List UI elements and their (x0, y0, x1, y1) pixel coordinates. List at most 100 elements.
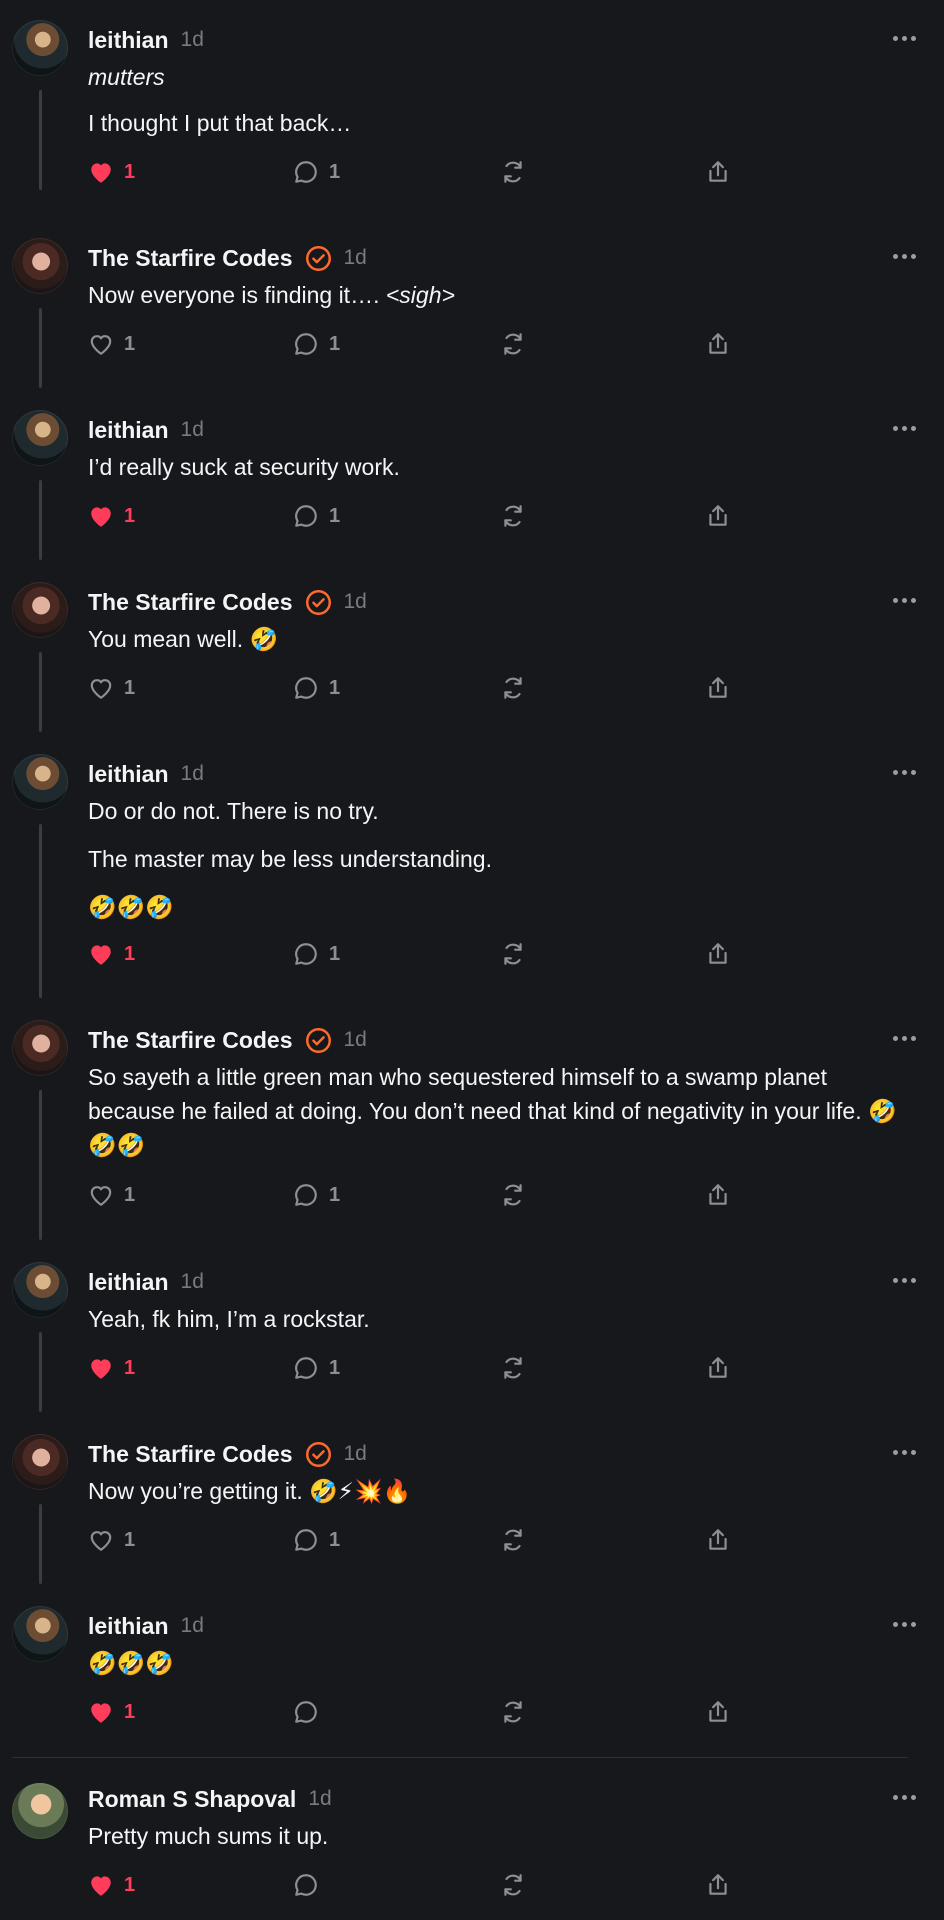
leithian-avatar[interactable] (12, 20, 68, 76)
repost-button[interactable] (500, 673, 526, 703)
heart-icon (91, 1359, 111, 1379)
repost-button[interactable] (500, 1870, 526, 1900)
author-name[interactable]: leithian (88, 1612, 169, 1640)
share-button[interactable] (705, 1870, 731, 1900)
more-options-icon[interactable] (884, 1268, 924, 1292)
author-name[interactable]: The Starfire Codes (88, 244, 293, 272)
leithian-avatar[interactable] (12, 1262, 68, 1318)
author-name[interactable]: leithian (88, 760, 169, 788)
repost-button[interactable] (500, 1525, 526, 1555)
post-time: 1d (343, 1442, 367, 1465)
author-name[interactable]: Roman S Shapoval (88, 1785, 296, 1813)
like-button[interactable]: 1 (88, 1353, 135, 1383)
author-name[interactable]: The Starfire Codes (88, 1440, 293, 1468)
reply-button[interactable]: 1 (293, 157, 340, 187)
more-options-icon[interactable] (884, 588, 924, 612)
like-button[interactable]: 1 (88, 673, 135, 703)
verified-badge-icon (305, 1441, 331, 1467)
share-button[interactable] (705, 1353, 731, 1383)
reply-button[interactable] (293, 1697, 319, 1727)
more-options-icon[interactable] (884, 244, 924, 268)
reply-button[interactable]: 1 (293, 501, 340, 531)
repost-icon (504, 677, 522, 699)
like-button[interactable]: 1 (88, 1697, 135, 1727)
post-actions: 1 (88, 1870, 768, 1900)
like-button[interactable]: 1 (88, 1870, 135, 1900)
author-name[interactable]: leithian (88, 416, 169, 444)
share-icon (709, 505, 727, 526)
verified-badge-icon (305, 245, 331, 271)
like-button[interactable]: 1 (88, 501, 135, 531)
repost-button[interactable] (500, 1353, 526, 1383)
author-name[interactable]: The Starfire Codes (88, 588, 293, 616)
like-button[interactable]: 1 (88, 1525, 135, 1555)
more-options-icon[interactable] (884, 760, 924, 784)
reply-button[interactable]: 1 (293, 1180, 340, 1210)
more-options-icon[interactable] (884, 1612, 924, 1636)
more-options-icon[interactable] (884, 1440, 924, 1464)
starfire-avatar[interactable] (12, 1434, 68, 1490)
reply-button[interactable] (293, 1870, 319, 1900)
reply-count: 1 (329, 332, 341, 355)
author-name[interactable]: leithian (88, 1268, 169, 1296)
reply-count: 1 (329, 676, 341, 699)
more-options-icon[interactable] (884, 26, 924, 50)
reply-button[interactable]: 1 (293, 939, 340, 969)
like-count: 1 (124, 942, 136, 965)
post-text-italic: <sigh> (385, 282, 455, 308)
starfire-avatar[interactable] (12, 582, 68, 638)
leithian-avatar[interactable] (12, 754, 68, 810)
share-button[interactable] (705, 1697, 731, 1727)
post-body: mutters I thought I put that back… (88, 60, 918, 154)
post-time: 1d (343, 246, 367, 269)
repost-button[interactable] (500, 1180, 526, 1210)
reply-count: 1 (329, 1528, 341, 1551)
repost-button[interactable] (500, 1697, 526, 1727)
like-button[interactable]: 1 (88, 329, 135, 359)
reply-button[interactable]: 1 (293, 1525, 340, 1555)
reply-button[interactable]: 1 (293, 329, 340, 359)
share-button[interactable] (705, 157, 731, 187)
share-button[interactable] (705, 501, 731, 531)
author-name[interactable]: leithian (88, 26, 169, 54)
repost-button[interactable] (500, 157, 526, 187)
heart-icon (90, 1186, 112, 1206)
share-icon (709, 1529, 727, 1550)
like-button[interactable]: 1 (88, 1180, 135, 1210)
post-actions: 1 1 (88, 329, 768, 359)
starfire-avatar[interactable] (12, 1020, 68, 1076)
share-button[interactable] (705, 939, 731, 969)
like-button[interactable]: 1 (88, 939, 135, 969)
thread-connector (39, 824, 42, 998)
leithian-avatar[interactable] (12, 1606, 68, 1662)
share-button[interactable] (705, 329, 731, 359)
roman-avatar[interactable] (12, 1783, 68, 1839)
like-button[interactable]: 1 (88, 157, 135, 187)
author-name[interactable]: The Starfire Codes (88, 1026, 293, 1054)
more-options-icon[interactable] (884, 1785, 924, 1809)
like-count: 1 (124, 504, 136, 527)
leithian-avatar[interactable] (12, 410, 68, 466)
repost-button[interactable] (500, 939, 526, 969)
more-options-icon[interactable] (884, 1026, 924, 1050)
repost-icon (504, 1874, 522, 1896)
post-body: Do or do not. There is no try. The maste… (88, 794, 918, 938)
reply-button[interactable]: 1 (293, 673, 340, 703)
thread-connector (39, 308, 42, 388)
heart-icon (90, 1531, 112, 1551)
share-icon (709, 1184, 727, 1205)
repost-button[interactable] (500, 329, 526, 359)
comment-icon (295, 677, 317, 699)
post-actions: 1 (88, 1697, 768, 1727)
share-button[interactable] (705, 1525, 731, 1555)
starfire-avatar[interactable] (12, 238, 68, 294)
more-options-icon[interactable] (884, 416, 924, 440)
share-button[interactable] (705, 673, 731, 703)
reply-button[interactable]: 1 (293, 1353, 340, 1383)
share-button[interactable] (705, 1180, 731, 1210)
heart-icon (91, 1703, 111, 1723)
comment-icon (295, 1529, 317, 1551)
post-time: 1d (180, 28, 204, 51)
repost-button[interactable] (500, 501, 526, 531)
post-body: I’d really suck at security work. (88, 450, 918, 498)
